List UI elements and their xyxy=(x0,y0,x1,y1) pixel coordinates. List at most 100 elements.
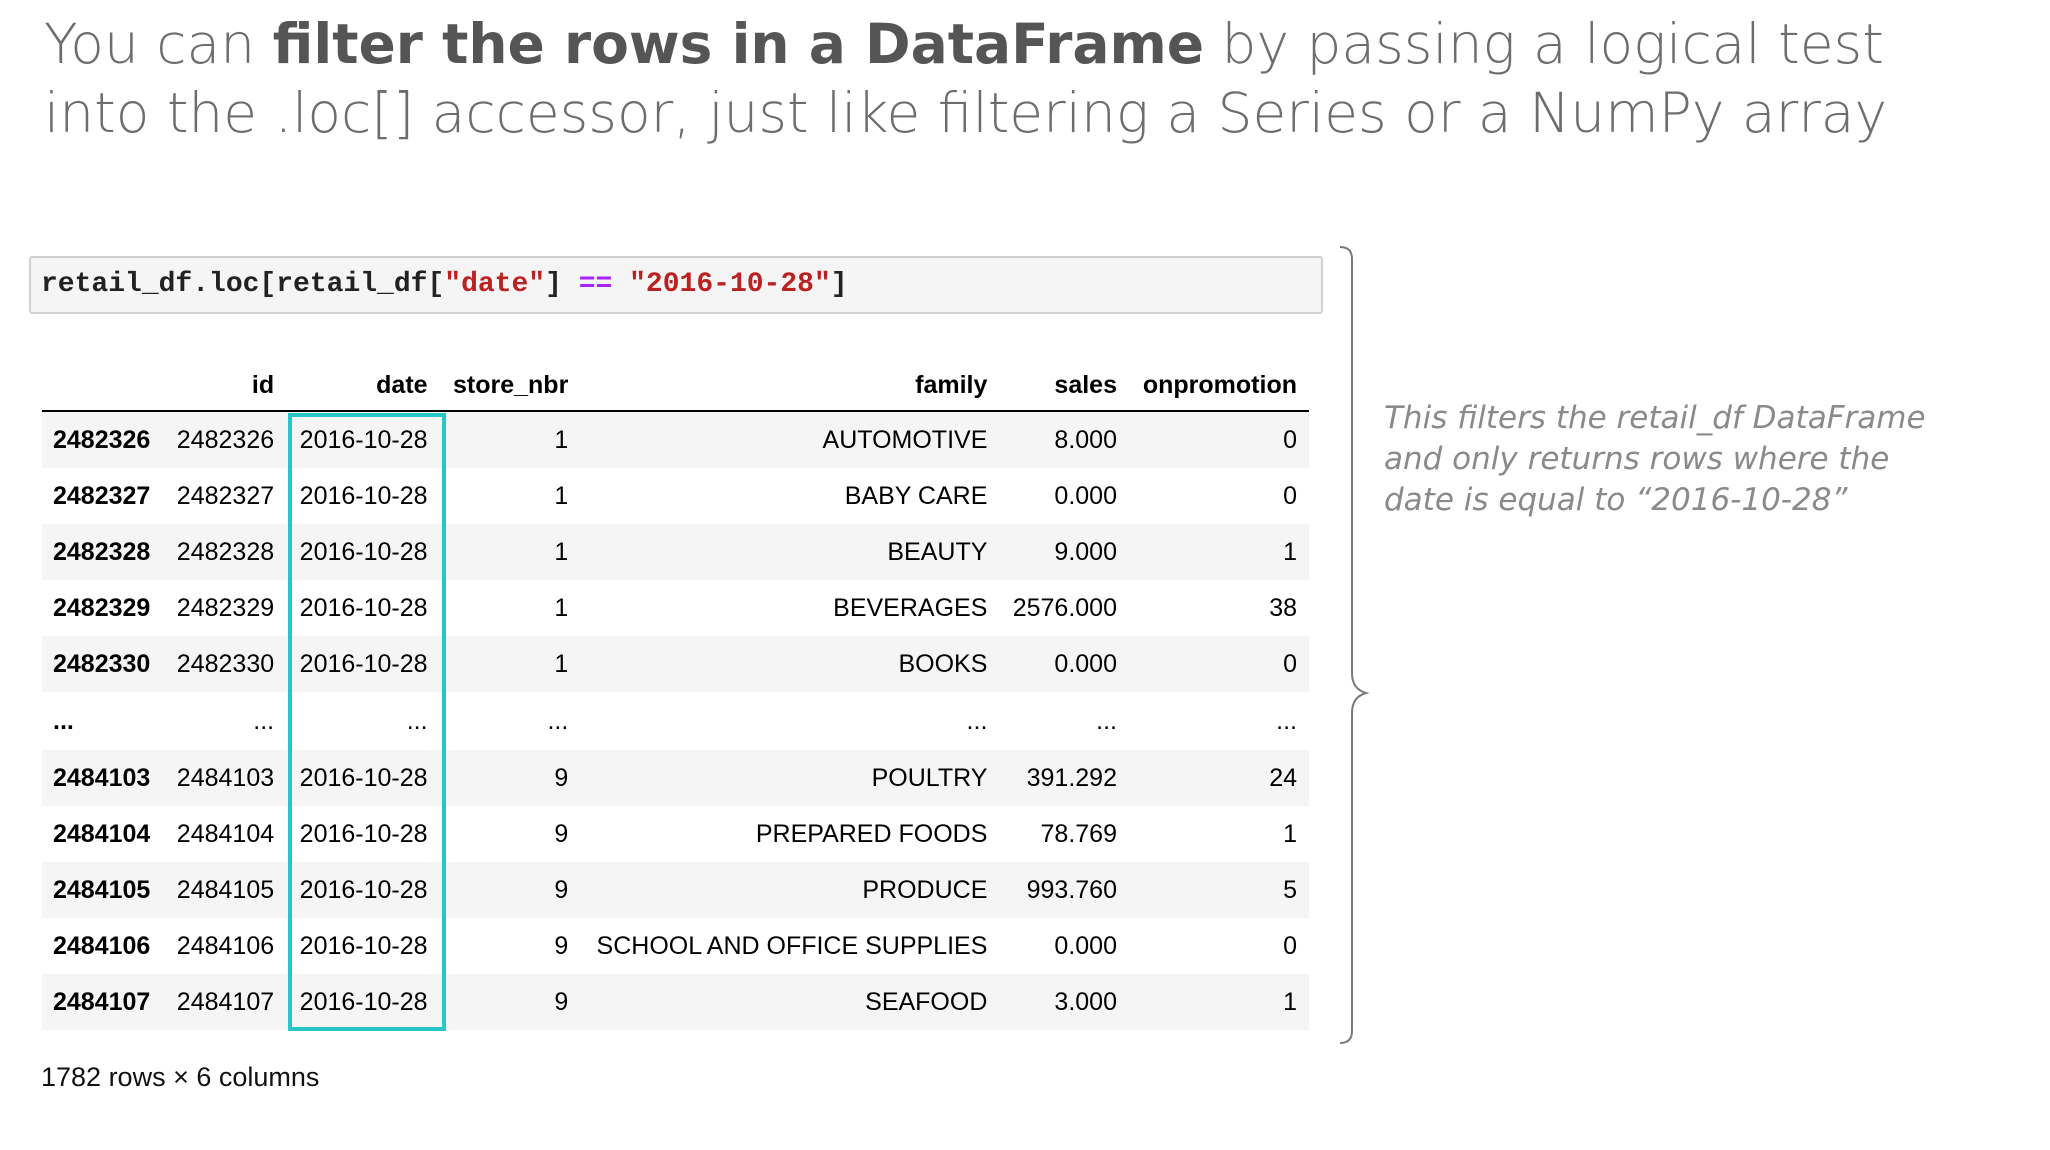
cell-onpromotion: 38 xyxy=(1269,593,1297,622)
table-row: 2484103 2484103 2016-10-28 9 POULTRY 391.292 2… xyxy=(42,750,1309,806)
cell-id: 2482326 xyxy=(176,425,275,454)
cell-index: 2482330 xyxy=(53,649,151,678)
cell-store-nbr: 9 xyxy=(554,875,569,904)
cell-onpromotion: 0 xyxy=(1283,931,1297,960)
cell-id: 2482329 xyxy=(176,593,275,622)
cell-sales: 0.000 xyxy=(1054,931,1117,960)
column-header-index xyxy=(42,360,164,412)
column-header-sales: sales xyxy=(999,360,1129,412)
code-operator: == xyxy=(578,269,613,300)
table-body: 2482326 2482326 2016-10-28 1 AUTOMOTIVE 8.000… xyxy=(42,411,1309,1030)
cell-store-nbr: 9 xyxy=(554,763,569,792)
cell-onpromotion: 1 xyxy=(1283,819,1297,848)
cell-store-nbr: 1 xyxy=(554,481,569,510)
cell-sales: 2576.000 xyxy=(1012,593,1117,622)
cell-id: 2484105 xyxy=(176,875,275,904)
cell-onpromotion: ... xyxy=(1276,706,1297,735)
table-row: 2484107 2484107 2016-10-28 9 SEAFOOD 3.000 1 xyxy=(42,974,1309,1030)
dataframe-output: id date store_nbr family sales onpromoti… xyxy=(42,360,1309,1030)
cell-store-nbr: 9 xyxy=(554,987,569,1016)
right-brace xyxy=(1339,246,1370,1044)
cell-family: PRODUCE xyxy=(862,875,988,904)
cell-sales: 9.000 xyxy=(1054,537,1117,566)
cell-family: BABY CARE xyxy=(844,481,988,510)
cell-index: 2482326 xyxy=(53,425,151,454)
cell-index: 2484105 xyxy=(53,875,151,904)
cell-id: 2484104 xyxy=(176,819,275,848)
column-header-store-nbr: store_nbr xyxy=(439,360,581,412)
cell-sales: 391.292 xyxy=(1026,763,1117,792)
cell-index: 2484107 xyxy=(53,987,151,1016)
cell-store-nbr: 1 xyxy=(554,593,569,622)
cell-date: 2016-10-28 xyxy=(299,987,428,1016)
cell-id: 2482328 xyxy=(176,537,275,566)
cell-family: POULTRY xyxy=(871,763,988,792)
cell-date: 2016-10-28 xyxy=(299,763,428,792)
cell-index: 2482329 xyxy=(53,593,151,622)
cell-sales: 78.769 xyxy=(1040,819,1117,848)
cell-family: BEAUTY xyxy=(887,537,988,566)
cell-date: 2016-10-28 xyxy=(299,875,428,904)
table-row: 2482327 2482327 2016-10-28 1 BABY CARE 0.000 0 xyxy=(42,468,1309,524)
title-part-1: You can xyxy=(44,12,273,76)
cell-id: 2484103 xyxy=(176,763,275,792)
cell-date: 2016-10-28 xyxy=(299,649,428,678)
cell-store-nbr: 1 xyxy=(554,649,569,678)
cell-onpromotion: 0 xyxy=(1283,649,1297,678)
cell-sales: 8.000 xyxy=(1054,425,1117,454)
cell-id: ... xyxy=(253,706,275,735)
cell-family: PREPARED FOODS xyxy=(755,819,988,848)
cell-onpromotion: 0 xyxy=(1283,481,1297,510)
column-header-family: family xyxy=(580,360,1000,412)
code-text-1: retail_df.loc[retail_df[ xyxy=(41,269,445,300)
title-emphasis: filter the rows in a DataFrame xyxy=(272,12,1205,76)
cell-index: 2482328 xyxy=(53,537,151,566)
column-header-date: date xyxy=(286,360,440,412)
cell-index: 2484103 xyxy=(53,763,151,792)
table-row: 2482326 2482326 2016-10-28 1 AUTOMOTIVE 8.000… xyxy=(42,411,1309,468)
table-row: 2484104 2484104 2016-10-28 9 PREPARED FOODS 7… xyxy=(42,806,1309,862)
table-row: 2482329 2482329 2016-10-28 1 BEVERAGES 2576.0… xyxy=(42,580,1309,636)
cell-id: 2482330 xyxy=(176,649,275,678)
cell-family: SEAFOOD xyxy=(865,987,988,1016)
cell-store-nbr: 1 xyxy=(554,425,569,454)
table-row: 2484105 2484105 2016-10-28 9 PRODUCE 993.760 5 xyxy=(42,862,1309,918)
cell-date: 2016-10-28 xyxy=(299,425,428,454)
cell-sales: 0.000 xyxy=(1054,649,1117,678)
cell-onpromotion: 5 xyxy=(1283,875,1297,904)
cell-family: BOOKS xyxy=(898,649,988,678)
column-header-onpromotion: onpromotion xyxy=(1128,360,1309,412)
cell-index: 2484106 xyxy=(53,931,151,960)
cell-sales: 993.760 xyxy=(1026,875,1117,904)
cell-date: 2016-10-28 xyxy=(299,481,428,510)
cell-store-nbr: 9 xyxy=(554,819,569,848)
cell-id: 2484106 xyxy=(176,931,275,960)
cell-id: 2484107 xyxy=(176,987,275,1016)
cell-index: 2484104 xyxy=(53,819,151,848)
cell-onpromotion: 1 xyxy=(1283,987,1297,1016)
cell-index: 2482327 xyxy=(53,481,151,510)
cell-date: 2016-10-28 xyxy=(299,931,428,960)
cell-family: ... xyxy=(966,706,988,735)
cell-store-nbr: 1 xyxy=(554,537,569,566)
cell-date: 2016-10-28 xyxy=(299,537,428,566)
code-string-date: "date" xyxy=(444,269,546,300)
cell-family: BEVERAGES xyxy=(833,593,988,622)
table-row: 2484106 2484106 2016-10-28 9 SCHOOL AND OFFI… xyxy=(42,918,1309,974)
code-text-4: ] xyxy=(830,269,848,300)
code-text-2: ] xyxy=(545,269,579,300)
table-header-row: id date store_nbr family sales onpromoti… xyxy=(42,360,1309,412)
column-header-id: id xyxy=(163,360,287,412)
table-row: 2482330 2482330 2016-10-28 1 BOOKS 0.000 0 xyxy=(42,636,1309,692)
cell-date: ... xyxy=(406,706,428,735)
cell-id: 2482327 xyxy=(176,481,275,510)
code-string-value: "2016-10-28" xyxy=(629,269,831,300)
cell-sales: 0.000 xyxy=(1054,481,1117,510)
cell-onpromotion: 0 xyxy=(1283,425,1297,454)
table-row: 2482328 2482328 2016-10-28 1 BEAUTY 9.000 1 xyxy=(42,524,1309,580)
code-cell[interactable]: retail_df.loc[retail_df["date"] == "2016… xyxy=(29,256,1323,314)
cell-onpromotion: 24 xyxy=(1269,763,1297,792)
cell-sales: 3.000 xyxy=(1054,987,1117,1016)
cell-sales: ... xyxy=(1096,706,1117,735)
annotation-text: This filters the retail_df DataFrame and… xyxy=(1384,400,1926,518)
